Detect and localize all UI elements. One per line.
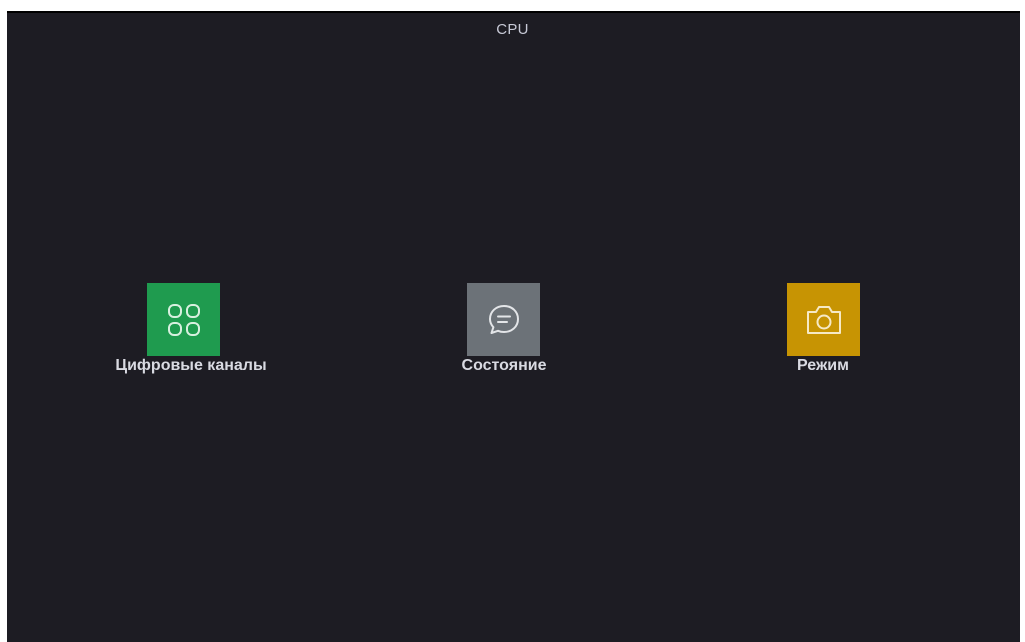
tile-digital-channels[interactable]: Цифровые каналы [91,283,291,383]
tile-label-channels: Цифровые каналы [115,357,267,374]
chat-bubble-icon [488,304,519,334]
page-title: CPU [496,21,529,38]
tile-mode[interactable]: Режим [723,283,923,383]
tile-icon-box-channels[interactable] [147,283,220,356]
tile-label-status: Состояние [461,357,547,374]
top-border [7,11,1020,13]
tile-icon-box-mode[interactable] [787,283,860,356]
main-screen: CPU Цифровые каналы Состояние Режим [7,11,1020,642]
tile-status[interactable]: Состояние [404,283,604,383]
tile-icon-box-status[interactable] [467,283,540,356]
camera-icon [806,305,841,334]
tile-label-mode: Режим [797,357,849,374]
grid-icon [167,303,200,336]
